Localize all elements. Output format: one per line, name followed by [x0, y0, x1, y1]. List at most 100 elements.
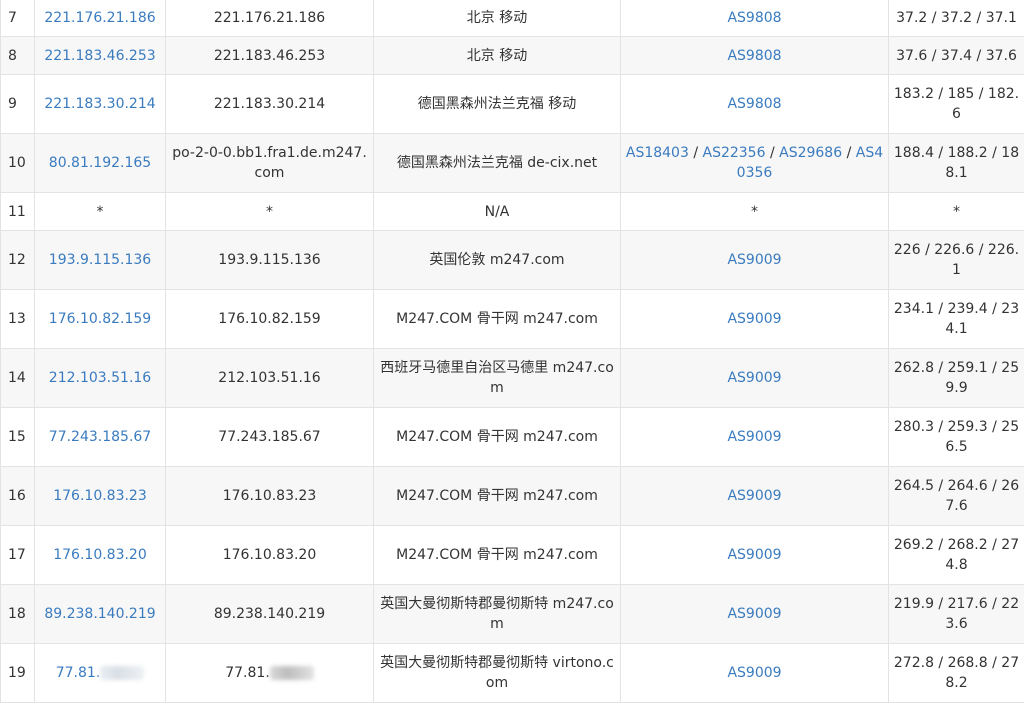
location-cell: N/A [374, 193, 621, 231]
hostname-cell: 221.183.30.214 [166, 75, 374, 134]
as-link[interactable]: AS18403 [626, 145, 689, 161]
as-link[interactable]: AS9808 [727, 96, 781, 112]
latency-text: 272.8 / 268.8 / 278.2 [894, 655, 1019, 691]
as-separator: / [766, 145, 780, 161]
ip-link[interactable]: 89.238.140.219 [44, 606, 155, 622]
ip-text: * [97, 204, 104, 220]
as-link[interactable]: AS9808 [727, 10, 781, 26]
as-link[interactable]: AS9009 [727, 429, 781, 445]
hop-cell: 7 [1, 0, 35, 37]
table-row: 13176.10.82.159176.10.82.159M247.COM 骨干网… [1, 290, 1024, 349]
hostname-text: * [266, 204, 273, 220]
as-cell: AS9808 [621, 75, 889, 134]
location-text: 西班牙马德里自治区马德里 m247.com [380, 360, 614, 396]
ip-link[interactable]: 212.103.51.16 [49, 370, 151, 386]
ip-link[interactable]: 77.81. [56, 665, 101, 681]
ip-link[interactable]: 221.176.21.186 [44, 10, 155, 26]
latency-text: 226 / 226.6 / 226.1 [894, 242, 1019, 278]
ip-link[interactable]: 176.10.82.159 [49, 311, 151, 327]
as-cell: AS9009 [621, 290, 889, 349]
latency-cell: 234.1 / 239.4 / 234.1 [889, 290, 1024, 349]
latency-cell: 37.6 / 37.4 / 37.6 [889, 37, 1024, 75]
hop-cell: 12 [1, 231, 35, 290]
location-cell: 英国伦敦 m247.com [374, 231, 621, 290]
latency-text: 264.5 / 264.6 / 267.6 [894, 478, 1019, 514]
ip-link[interactable]: 221.183.46.253 [44, 48, 155, 64]
latency-text: 280.3 / 259.3 / 256.5 [894, 419, 1019, 455]
table-row: 14212.103.51.16212.103.51.16西班牙马德里自治区马德里… [1, 349, 1024, 408]
as-text: * [751, 204, 758, 220]
location-text: 北京 移动 [467, 48, 527, 64]
hostname-cell: 77.243.185.67 [166, 408, 374, 467]
location-text: 英国大曼彻斯特郡曼彻斯特 virtono.com [380, 655, 614, 691]
ip-cell: * [35, 193, 166, 231]
latency-cell: 37.2 / 37.2 / 37.1 [889, 0, 1024, 37]
latency-cell: 262.8 / 259.1 / 259.9 [889, 349, 1024, 408]
hop-cell: 17 [1, 526, 35, 585]
ip-link[interactable]: 80.81.192.165 [49, 155, 151, 171]
latency-cell: 269.2 / 268.2 / 274.8 [889, 526, 1024, 585]
location-text: M247.COM 骨干网 m247.com [396, 547, 598, 563]
traceroute-table-body: 7221.176.21.186221.176.21.186北京 移动AS9808… [1, 0, 1024, 703]
as-link[interactable]: AS9009 [727, 665, 781, 681]
table-row: 9221.183.30.214221.183.30.214德国黑森州法兰克福 移… [1, 75, 1024, 134]
as-link[interactable]: AS9009 [727, 370, 781, 386]
location-text: 北京 移动 [467, 10, 527, 26]
as-link[interactable]: AS9808 [727, 48, 781, 64]
ip-cell: 221.183.30.214 [35, 75, 166, 134]
as-cell: AS9009 [621, 644, 889, 703]
as-link[interactable]: AS22356 [703, 145, 766, 161]
as-link[interactable]: AS29686 [779, 145, 842, 161]
ip-link[interactable]: 193.9.115.136 [49, 252, 151, 268]
hostname-cell: po-2-0-0.bb1.fra1.de.m247.com [166, 134, 374, 193]
hostname-cell: 176.10.83.20 [166, 526, 374, 585]
location-cell: 德国黑森州法兰克福 移动 [374, 75, 621, 134]
hostname-cell: 176.10.82.159 [166, 290, 374, 349]
table-row: 7221.176.21.186221.176.21.186北京 移动AS9808… [1, 0, 1024, 37]
as-link[interactable]: AS9009 [727, 606, 781, 622]
as-link[interactable]: AS9009 [727, 252, 781, 268]
hostname-text: 221.183.30.214 [214, 96, 325, 112]
as-separator: / [842, 145, 856, 161]
ip-link[interactable]: 77.243.185.67 [49, 429, 151, 445]
ip-cell: 89.238.140.219 [35, 585, 166, 644]
table-row: 1889.238.140.21989.238.140.219英国大曼彻斯特郡曼彻… [1, 585, 1024, 644]
hop-number: 8 [8, 48, 17, 64]
latency-text: 262.8 / 259.1 / 259.9 [894, 360, 1019, 396]
latency-cell: * [889, 193, 1024, 231]
ip-link[interactable]: 176.10.83.23 [53, 488, 147, 504]
location-text: 德国黑森州法兰克福 移动 [418, 96, 576, 112]
as-cell: AS18403 / AS22356 / AS29686 / AS40356 [621, 134, 889, 193]
ip-cell: 193.9.115.136 [35, 231, 166, 290]
as-cell: AS9009 [621, 349, 889, 408]
latency-text: 269.2 / 268.2 / 274.8 [894, 537, 1019, 573]
hop-number: 17 [8, 547, 26, 563]
hop-number: 19 [8, 665, 26, 681]
ip-cell: 77.81. [35, 644, 166, 703]
hop-cell: 18 [1, 585, 35, 644]
hostname-text: 176.10.83.23 [223, 488, 317, 504]
as-link[interactable]: AS9009 [727, 311, 781, 327]
hostname-text: po-2-0-0.bb1.fra1.de.m247.com [172, 145, 367, 181]
hop-number: 15 [8, 429, 26, 445]
hostname-cell: 77.81. [166, 644, 374, 703]
ip-cell: 221.176.21.186 [35, 0, 166, 37]
latency-text: 234.1 / 239.4 / 234.1 [894, 301, 1019, 337]
latency-text: * [953, 204, 960, 220]
hostname-cell: 212.103.51.16 [166, 349, 374, 408]
ip-cell: 77.243.185.67 [35, 408, 166, 467]
ip-cell: 212.103.51.16 [35, 349, 166, 408]
ip-link[interactable]: 176.10.83.20 [53, 547, 147, 563]
as-cell: AS9808 [621, 37, 889, 75]
hop-cell: 13 [1, 290, 35, 349]
ip-link[interactable]: 221.183.30.214 [44, 96, 155, 112]
table-row: 1577.243.185.6777.243.185.67M247.COM 骨干网… [1, 408, 1024, 467]
location-cell: 西班牙马德里自治区马德里 m247.com [374, 349, 621, 408]
location-cell: M247.COM 骨干网 m247.com [374, 290, 621, 349]
as-link[interactable]: AS9009 [727, 547, 781, 563]
hostname-text: 176.10.83.20 [223, 547, 317, 563]
table-row: 1977.81.77.81.英国大曼彻斯特郡曼彻斯特 virtono.comAS… [1, 644, 1024, 703]
as-link[interactable]: AS9009 [727, 488, 781, 504]
latency-text: 37.6 / 37.4 / 37.6 [896, 48, 1017, 64]
hop-number: 12 [8, 252, 26, 268]
